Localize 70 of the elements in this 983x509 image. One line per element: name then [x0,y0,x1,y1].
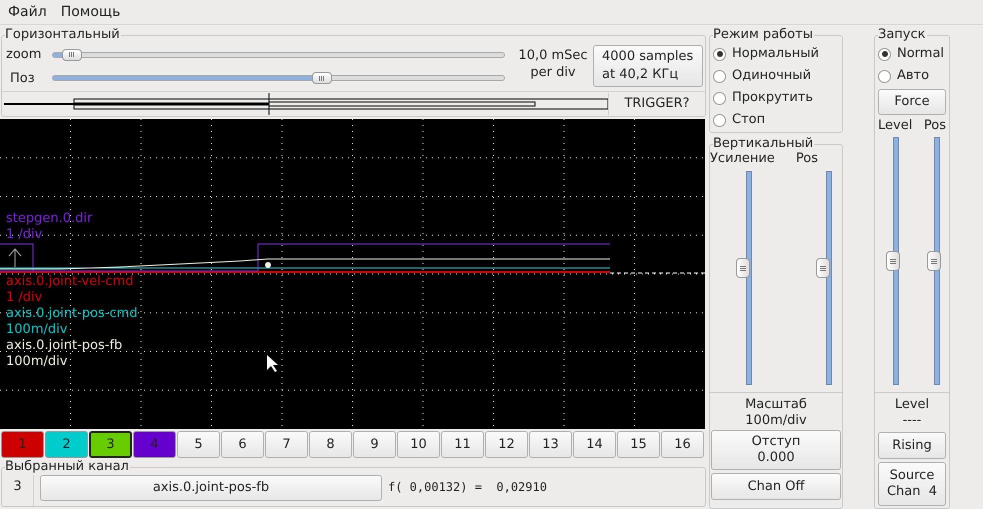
level-value: ---- [902,413,922,429]
edge-button[interactable]: Rising [878,432,946,459]
channel-button[interactable]: 2 [45,431,88,458]
slider-handle[interactable] [312,72,332,84]
trace-name: axis.0.joint-pos-fb [6,338,124,354]
radio-option[interactable]: Normal [878,43,946,65]
radio-option[interactable]: Нормальный [713,43,842,65]
trace-name: axis.0.joint-vel-cmd [6,274,134,290]
trigger-status: TRIGGER? [623,94,691,113]
group-title: Режим работы [713,27,814,43]
trace-scale: 100m/div [6,322,68,338]
channel-button[interactable]: 9 [353,431,396,458]
menu-item[interactable]: Помощь [60,2,120,22]
trace-name: stepgen.0.dir [6,211,92,227]
radio-label: Стоп [732,111,766,130]
channel-button[interactable]: 13 [529,431,572,458]
group-title: Запуск [878,27,926,43]
slider-label: Усиление [710,151,775,167]
slider-handle[interactable] [816,258,830,278]
channel-button[interactable]: 5 [177,431,220,458]
slider-label: Pos [796,151,818,167]
channel-button[interactable]: 7 [265,431,308,458]
trace-scale: 1 /div [6,290,44,306]
force-button[interactable]: Force [878,89,946,115]
channel-button[interactable]: 11 [441,431,484,458]
slider-handle[interactable] [927,251,941,271]
scale-text: 100m/div [745,413,807,429]
slider-handle[interactable] [62,48,82,61]
trace-name: axis.0.joint-pos-cmd [6,306,138,322]
cursor-readout: f( 0,00132) = 0,02910 [388,479,547,496]
channel-button[interactable]: 15 [617,431,660,458]
channel-name-button[interactable]: axis.0.joint-pos-fb [40,475,382,501]
slider-label: Поз [9,70,36,88]
channel-button[interactable]: 12 [485,431,528,458]
trace-scale: 100m/div [6,354,68,370]
radio-option[interactable]: Прокрутить [713,87,842,109]
channel-button[interactable]: 10 [397,431,440,458]
slider-handle[interactable] [736,258,750,278]
slider-label: Pos [924,118,946,134]
channel-button[interactable]: 6 [221,431,264,458]
time-per-div: 10,0 mSec per div [517,47,589,82]
channel-button[interactable]: 8 [309,431,352,458]
chan-off-button[interactable]: Chan Off [711,473,841,500]
slider-label: Level [878,118,912,134]
channel-button[interactable]: 16 [661,431,704,458]
source-button[interactable]: Source Chan 4 [878,462,946,506]
scale-text: Масштаб [745,397,807,413]
radio-label: Normal [897,45,944,64]
slider-handle[interactable] [886,251,900,271]
slider-track[interactable] [52,75,505,82]
radio-label: Прокрутить [732,89,814,108]
group-title: Горизонтальный [5,27,121,43]
channel-button[interactable]: 3 [89,431,132,458]
slider-label: zoom [6,46,42,64]
up-arrow-icon [8,248,22,268]
radio-label: Авто [897,67,930,86]
radio-label: Одиночный [732,67,812,86]
samples-button[interactable]: 4000 samples at 40,2 КГц [593,45,703,87]
radio-label: Нормальный [732,45,819,64]
slider-track[interactable] [52,52,505,58]
offset-button[interactable]: Отступ 0.000 [711,430,841,470]
radio-option[interactable]: Стоп [713,109,842,131]
mouse-pointer-icon [267,355,278,372]
level-caption: Level [894,397,930,413]
radio-option[interactable]: Одиночный [713,65,842,87]
radio-option[interactable]: Авто [878,65,946,87]
trace-scale: 1 /div [6,227,44,243]
group-title: Вертикальный [713,136,814,152]
menu-item[interactable]: Файл [8,2,47,22]
channel-button[interactable]: 14 [573,431,616,458]
